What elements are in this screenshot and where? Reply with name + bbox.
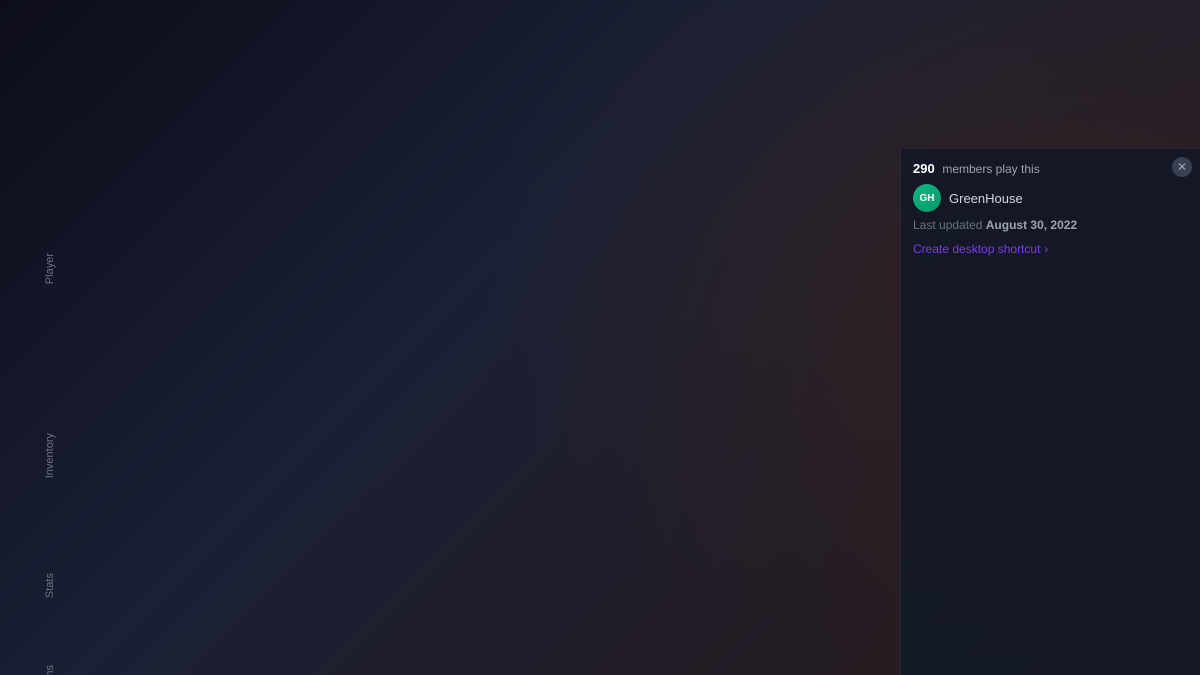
player-label: Player [44,253,56,284]
member-count: 290 members play this [913,161,1040,176]
members-row: 290 members play this [913,161,1188,176]
stats-label: Stats [44,573,56,598]
inventory-label: Inventory [44,433,56,478]
desktop-shortcut-link[interactable]: Create desktop shortcut › [913,242,1188,256]
creator-name: GreenHouse [949,191,1023,206]
right-panel: ✕ 290 members play this GH GreenHouse La… [900,149,1200,675]
creator-avatar: GH [913,184,941,212]
last-updated: Last updated August 30, 2022 [913,218,1188,232]
panel-close-button[interactable]: ✕ [1172,157,1192,177]
chevron-right-icon: › [1044,242,1048,256]
weapons-label: Weapons [44,665,56,675]
creator-row: GH GreenHouse [913,184,1188,212]
